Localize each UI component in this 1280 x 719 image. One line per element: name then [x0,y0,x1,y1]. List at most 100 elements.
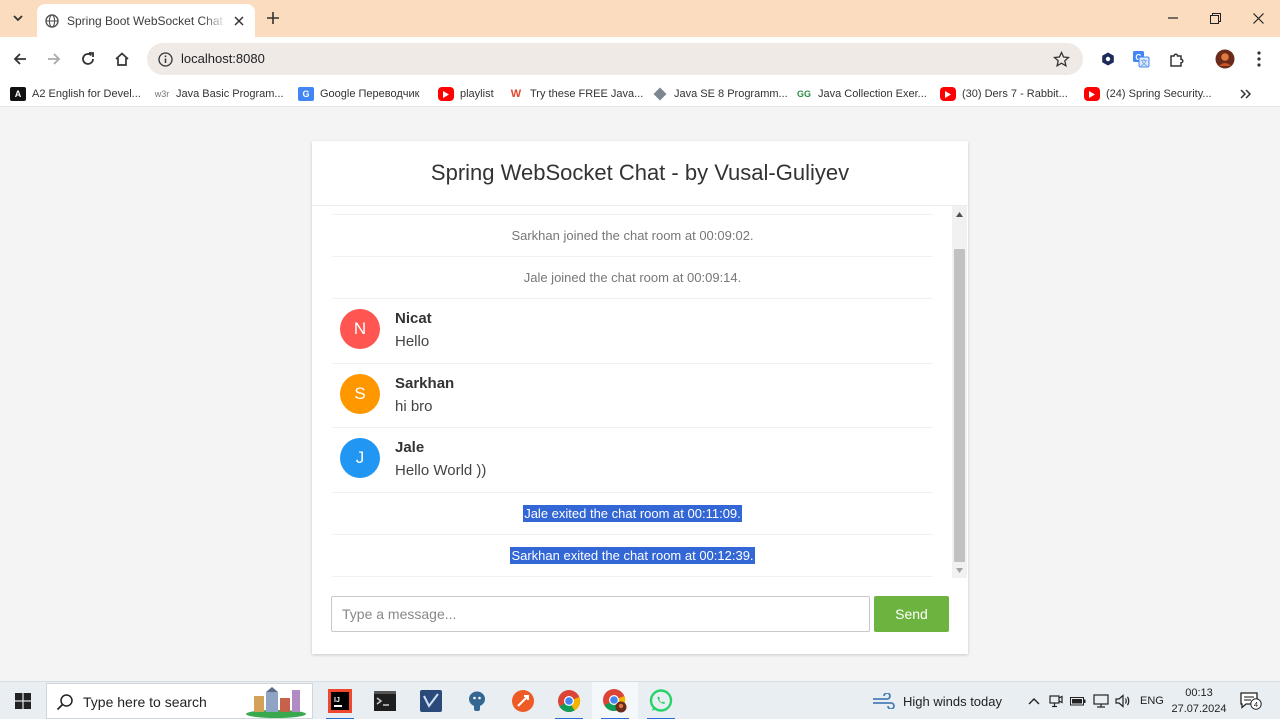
browser-toolbar: localhost:8080 G文 [0,37,1280,81]
minimize-icon [1168,17,1178,19]
browser-tab[interactable]: Spring Boot WebSocket Chat Application [37,4,255,37]
bookmark-label: Java Basic Program... [176,88,284,100]
bookmark-item[interactable]: playlist [438,85,494,103]
taskbar-search[interactable]: Type here to search [46,683,313,719]
arrow-right-icon [48,53,61,65]
url-text: localhost:8080 [181,51,265,66]
extensions-menu-button[interactable] [1164,47,1188,71]
tab-search-button[interactable] [7,7,29,29]
message-list: Sarkhan joined the chat room at 00:09:02… [332,214,933,577]
taskbar-app-postgresql[interactable] [454,682,500,719]
search-highlight-illustration-icon [246,687,306,718]
close-icon [234,15,244,26]
bookmark-item[interactable]: GG Java Collection Exer... [796,85,927,103]
arrow-left-icon [13,53,26,65]
w-logo-icon: W [510,88,522,100]
translate-extension-button[interactable]: G文 [1129,47,1153,71]
battery-icon [1070,697,1086,706]
scroll-down-button[interactable] [952,562,967,578]
browser-menu-button[interactable] [1247,47,1271,71]
taskbar-app-terminal[interactable] [362,682,408,719]
youtube-icon [940,87,956,101]
address-bar[interactable]: localhost:8080 [147,43,1083,75]
tray-battery[interactable] [1070,693,1086,709]
whatsapp-icon [649,689,673,712]
restore-icon [1209,12,1221,24]
svg-text:文: 文 [1141,58,1148,67]
close-window-button[interactable] [1235,6,1280,30]
extension-button-1[interactable] [1096,47,1120,71]
more-bookmarks-button[interactable] [1238,86,1254,102]
bookmark-star-button[interactable] [1051,49,1071,69]
event-message: Sarkhan exited the chat room at 00:12:39… [332,535,933,577]
message-text: Hello World )) [395,462,487,479]
taskbar-app-intellij[interactable]: IJ [317,682,363,719]
scrollbar-thumb[interactable] [954,249,965,562]
message-scrollbar[interactable] [952,206,967,578]
notification-center-button[interactable]: 4 [1240,692,1262,710]
postman-icon [512,690,534,712]
taskbar-app-visual-studio[interactable] [408,682,454,719]
clock-time: 00:13 [1185,687,1213,699]
language-indicator[interactable]: ENG [1140,682,1164,719]
message-sender: Jale [395,439,425,456]
chat-message: S Sarkhan hi bro [332,364,933,428]
camera-icon [1049,695,1063,708]
tray-network[interactable] [1093,693,1109,709]
triangle-up-icon [956,211,963,217]
bookmark-item[interactable]: (24) Spring Security... [1084,85,1212,103]
bookmark-item[interactable]: A A2 English for Devel... [10,85,141,103]
chat-message: J Jale Hello World )) [332,428,933,493]
forward-button[interactable] [42,47,66,71]
bookmark-item[interactable]: W Try these FREE Java... [508,85,644,103]
profile-avatar-button[interactable] [1213,47,1237,71]
taskbar-app-chrome[interactable] [546,682,592,719]
event-text: Jale exited the chat room at 00:11:09. [523,504,742,522]
message-form: Send [331,596,949,632]
bookmark-label: (24) Spring Security... [1106,88,1212,100]
notification-icon: 4 [1240,692,1262,710]
start-button[interactable] [0,682,46,719]
kebab-menu-icon [1257,51,1261,67]
reload-button[interactable] [76,47,100,71]
svg-text:IJ: IJ [334,697,340,704]
clock-date: 27.07.2024 [1171,703,1227,715]
event-text: Jale joined the chat room at 00:09:14. [523,270,742,285]
translate-icon: G [298,87,314,101]
bookmarks-bar: A A2 English for Devel... w3r Java Basic… [0,81,1280,107]
new-tab-button[interactable] [263,8,283,28]
message-text: hi bro [395,397,433,415]
weather-widget[interactable]: High winds today [872,682,1002,719]
tray-meet-now[interactable] [1048,693,1064,709]
show-hidden-icons-button[interactable] [1026,693,1042,709]
bookmark-item[interactable]: G Google Переводчик [298,85,420,103]
taskbar-app-postman[interactable] [500,682,546,719]
clock[interactable]: 00:13 27.07.2024 [1170,685,1228,717]
site-info-button[interactable] [155,49,175,69]
wind-icon [873,693,895,709]
chat-title: Spring WebSocket Chat - by Vusal-Guliyev [430,160,850,185]
back-button[interactable] [8,47,32,71]
intellij-icon: IJ [328,689,352,713]
hexagon-extension-icon [1102,52,1114,66]
home-button[interactable] [110,47,134,71]
scroll-up-button[interactable] [952,206,967,222]
windows-logo-icon [15,693,31,709]
taskbar-app-whatsapp[interactable] [638,682,684,719]
tab-close-button[interactable] [231,13,247,29]
restore-button[interactable] [1192,6,1238,30]
chrome-profile-icon [603,689,627,713]
minimize-button[interactable] [1150,6,1196,30]
avatar-icon [1215,49,1235,69]
event-message: Jale exited the chat room at 00:11:09. [332,493,933,535]
bookmark-item[interactable]: (30) Ders 7 - Rabbit... [940,85,1068,103]
bookmark-item[interactable]: Java SE 8 Programm... [652,85,788,103]
tray-volume[interactable] [1115,693,1131,709]
message-area[interactable]: Sarkhan joined the chat room at 00:09:02… [312,206,968,578]
message-input[interactable] [331,596,870,632]
message-sender: Sarkhan [395,374,455,392]
send-button[interactable]: Send [874,596,949,632]
bookmark-item[interactable]: w3r Java Basic Program... [154,85,284,103]
taskbar-app-chrome-profile[interactable] [592,682,638,719]
search-placeholder: Type here to search [83,694,207,710]
